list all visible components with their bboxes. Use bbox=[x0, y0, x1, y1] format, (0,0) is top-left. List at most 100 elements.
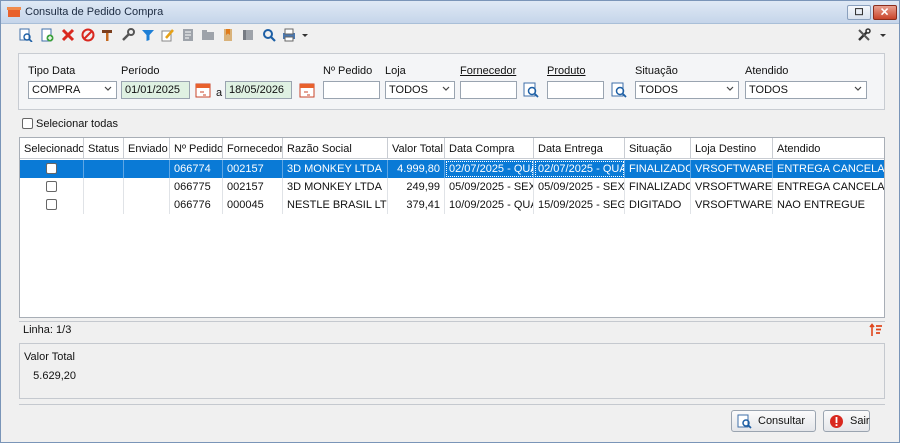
search-page-icon[interactable] bbox=[19, 28, 33, 42]
row-select-cell[interactable] bbox=[20, 160, 84, 178]
produto-input[interactable] bbox=[547, 81, 604, 99]
delete-icon[interactable] bbox=[61, 28, 75, 42]
tools-icon[interactable] bbox=[857, 28, 875, 42]
chevron-down-icon bbox=[442, 86, 450, 91]
data-entrega-cell: 05/09/2025 - SEX bbox=[534, 178, 625, 196]
data-compra-cell: 05/09/2025 - SEX bbox=[445, 178, 534, 196]
row-select-cell[interactable] bbox=[20, 196, 84, 214]
enviado-cell bbox=[124, 178, 170, 196]
orders-table: Selecionado Status Enviado Nº Pedido For… bbox=[19, 137, 885, 318]
print-icon[interactable] bbox=[282, 28, 296, 42]
row-checkbox[interactable] bbox=[46, 181, 57, 192]
column-header-status[interactable]: Status bbox=[84, 138, 124, 159]
fornecedor-label[interactable]: Fornecedor bbox=[460, 65, 516, 77]
column-header-selecionado[interactable]: Selecionado bbox=[20, 138, 84, 159]
hammer-icon[interactable] bbox=[101, 28, 115, 42]
column-header-data-entrega[interactable]: Data Entrega bbox=[534, 138, 625, 159]
loja-select[interactable]: TODOS bbox=[385, 81, 455, 99]
sort-icon[interactable] bbox=[869, 323, 883, 337]
atendido-select[interactable]: TODOS bbox=[745, 81, 867, 99]
fornecedor-cell: 002157 bbox=[223, 178, 283, 196]
data-compra-cell: 10/09/2025 - QUA bbox=[445, 196, 534, 214]
column-header-pedido[interactable]: Nº Pedido bbox=[170, 138, 223, 159]
pedido-cell: 066776 bbox=[170, 196, 223, 214]
tipo-data-select[interactable]: COMPRA bbox=[28, 81, 117, 99]
produto-search-icon[interactable] bbox=[610, 81, 628, 99]
sair-button[interactable]: Sair bbox=[823, 410, 870, 432]
periodo-start-input[interactable]: 01/01/2025 bbox=[121, 81, 190, 99]
print-dropdown-icon[interactable] bbox=[298, 28, 308, 42]
periodo-label: Período bbox=[121, 65, 160, 77]
column-header-situacao[interactable]: Situação bbox=[625, 138, 691, 159]
fornecedor-input[interactable] bbox=[460, 81, 517, 99]
loja-value: TODOS bbox=[389, 84, 428, 96]
column-header-atendido[interactable]: Atendido bbox=[773, 138, 884, 159]
column-header-loja-destino[interactable]: Loja Destino bbox=[691, 138, 773, 159]
valor-total-value: 5.629,20 bbox=[33, 370, 76, 382]
data-compra-cell: 02/07/2025 - QUA bbox=[445, 160, 534, 178]
chevron-down-icon bbox=[726, 86, 734, 91]
razao-social-cell: 3D MONKEY LTDA bbox=[283, 178, 388, 196]
exit-icon bbox=[830, 415, 843, 428]
magnifier-icon[interactable] bbox=[262, 28, 276, 42]
row-checkbox[interactable] bbox=[46, 199, 57, 210]
column-header-enviado[interactable]: Enviado bbox=[124, 138, 170, 159]
restore-button[interactable] bbox=[847, 5, 871, 20]
window-title: Consulta de Pedido Compra bbox=[25, 6, 164, 18]
enviado-cell bbox=[124, 196, 170, 214]
row-select-cell[interactable] bbox=[20, 178, 84, 196]
consultar-label: Consultar bbox=[758, 415, 806, 427]
calendar-start-icon[interactable] bbox=[194, 81, 212, 99]
column-header-valor-total[interactable]: Valor Total bbox=[388, 138, 445, 159]
valor-total-cell: 249,99 bbox=[388, 178, 445, 196]
fornecedor-cell: 000045 bbox=[223, 196, 283, 214]
main-window: Consulta de Pedido Compra Tipo Data COMP… bbox=[0, 0, 900, 443]
filter-icon[interactable] bbox=[141, 28, 155, 42]
tipo-data-label: Tipo Data bbox=[28, 65, 76, 77]
wrench-icon[interactable] bbox=[121, 28, 135, 42]
cancel-icon[interactable] bbox=[81, 28, 95, 42]
column-header-razao-social[interactable]: Razão Social bbox=[283, 138, 388, 159]
periodo-separator: a bbox=[216, 87, 223, 99]
bookmark-icon[interactable] bbox=[221, 28, 235, 42]
edit-icon[interactable] bbox=[161, 28, 175, 42]
close-window-button[interactable] bbox=[873, 5, 897, 20]
title-bar: Consulta de Pedido Compra bbox=[1, 1, 899, 24]
restore-icon bbox=[855, 8, 863, 16]
table-row[interactable]: 066776 000045 NESTLE BRASIL LTDA 379,41 … bbox=[20, 196, 884, 214]
column-header-fornecedor[interactable]: Fornecedor bbox=[223, 138, 283, 159]
chevron-down-icon bbox=[854, 86, 862, 91]
numero-pedido-label: Nº Pedido bbox=[323, 65, 373, 77]
table-row[interactable]: 066775 002157 3D MONKEY LTDA 249,99 05/0… bbox=[20, 178, 884, 196]
table-header: Selecionado Status Enviado Nº Pedido For… bbox=[20, 138, 884, 159]
valor-total-cell: 379,41 bbox=[388, 196, 445, 214]
periodo-end-input[interactable]: 18/05/2026 bbox=[225, 81, 292, 99]
calendar-end-icon[interactable] bbox=[298, 81, 316, 99]
loja-destino-cell: VRSOFTWARE 1 bbox=[691, 160, 773, 178]
column-header-data-compra[interactable]: Data Compra bbox=[445, 138, 534, 159]
numero-pedido-input[interactable] bbox=[323, 81, 380, 99]
consultar-button[interactable]: Consultar bbox=[731, 410, 816, 432]
new-document-icon[interactable] bbox=[40, 28, 54, 42]
status-cell bbox=[84, 178, 124, 196]
tools-dropdown-icon[interactable] bbox=[876, 28, 886, 42]
select-all-label[interactable]: Selecionar todas bbox=[36, 118, 118, 130]
search-page-icon bbox=[737, 414, 752, 429]
produto-label[interactable]: Produto bbox=[547, 65, 586, 77]
close-icon bbox=[880, 8, 889, 16]
row-checkbox[interactable] bbox=[46, 163, 57, 174]
table-row[interactable]: 066774 002157 3D MONKEY LTDA 4.999,80 02… bbox=[20, 160, 884, 178]
atendido-cell: ENTREGA CANCELADA bbox=[777, 181, 884, 193]
situacao-select[interactable]: TODOS bbox=[635, 81, 739, 99]
razao-social-cell: NESTLE BRASIL LTDA bbox=[283, 196, 388, 214]
folder-icon[interactable] bbox=[201, 28, 215, 42]
fornecedor-search-icon[interactable] bbox=[522, 81, 540, 99]
row-position-text: Linha: 1/3 bbox=[23, 324, 72, 336]
loja-destino-cell: VRSOFTWARE 1 bbox=[691, 178, 773, 196]
select-all-checkbox[interactable] bbox=[22, 117, 33, 129]
situacao-cell: FINALIZADO bbox=[625, 160, 691, 178]
document-icon[interactable] bbox=[181, 28, 195, 42]
tipo-data-value: COMPRA bbox=[32, 84, 81, 96]
pedido-cell: 066774 bbox=[170, 160, 223, 178]
notebook-icon[interactable] bbox=[241, 28, 255, 42]
